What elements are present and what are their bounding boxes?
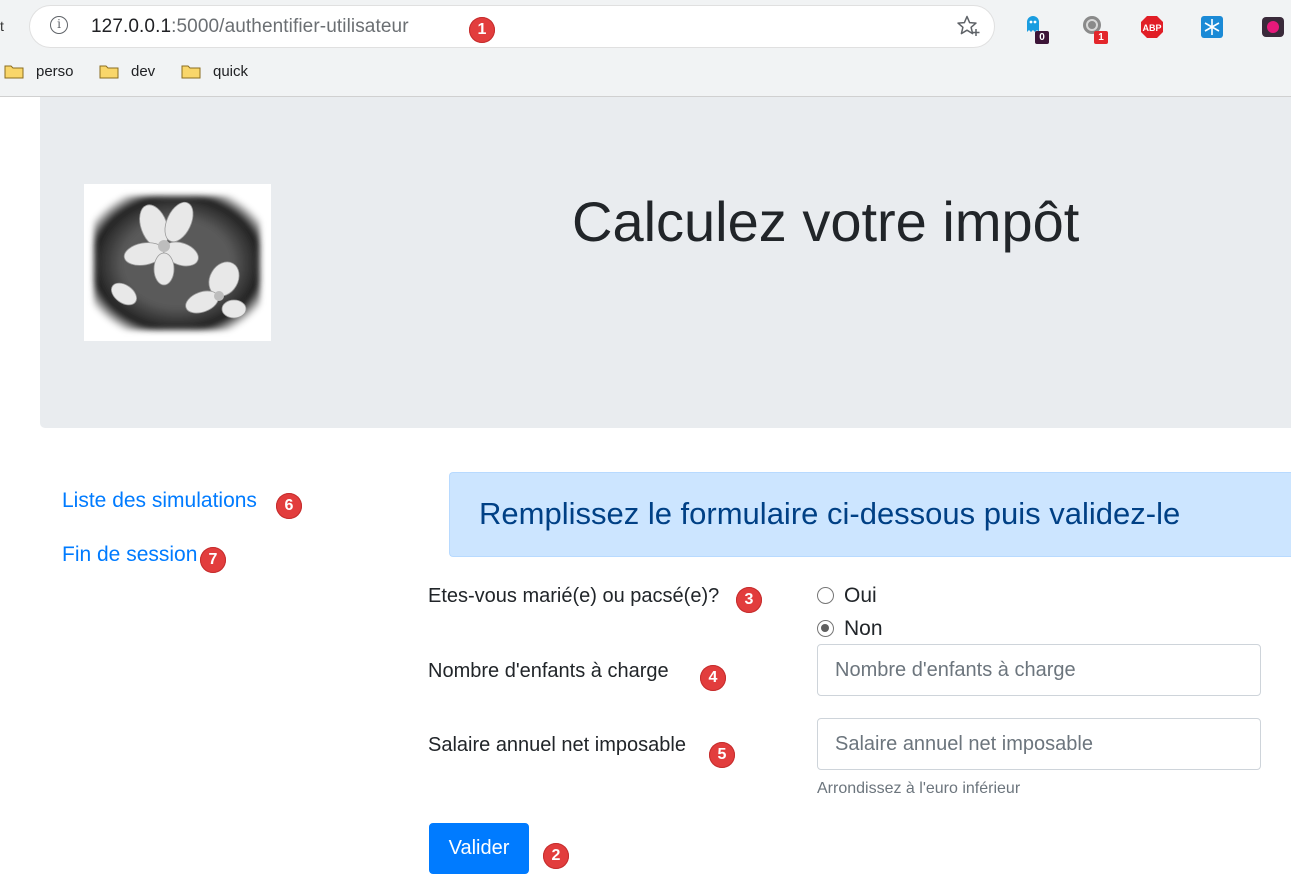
- record-extension-icon[interactable]: [1260, 14, 1286, 40]
- radio-non[interactable]: [817, 620, 834, 637]
- annotation-marker-5: 5: [709, 742, 735, 768]
- bookmark-perso[interactable]: perso: [4, 61, 74, 81]
- annotation-marker-4: 4: [700, 665, 726, 691]
- url-path: :5000/authentifier-utilisateur: [171, 16, 409, 37]
- nav-link-simulations-list[interactable]: Liste des simulations: [62, 488, 257, 514]
- partial-tab-glyph: t: [0, 18, 4, 34]
- instruction-alert: Remplissez le formulaire ci-dessous puis…: [449, 472, 1291, 557]
- folder-icon: [4, 65, 24, 78]
- salary-input[interactable]: [817, 718, 1261, 770]
- ghost-extension-icon[interactable]: 0: [1021, 14, 1049, 44]
- children-input[interactable]: [817, 644, 1261, 696]
- snowflake-extension-icon[interactable]: [1199, 14, 1225, 40]
- site-info-icon[interactable]: i: [50, 16, 68, 34]
- folder-icon: [181, 65, 201, 78]
- radio-non-label[interactable]: Non: [844, 616, 883, 642]
- annotation-marker-6: 6: [276, 493, 302, 519]
- privacy-extension-badge: 1: [1094, 31, 1108, 44]
- privacy-extension-icon[interactable]: 1: [1080, 14, 1108, 44]
- married-label: Etes-vous marié(e) ou pacsé(e)?: [428, 585, 720, 607]
- bookmark-quick[interactable]: quick: [181, 61, 248, 81]
- submit-button[interactable]: Valider: [429, 823, 529, 874]
- alert-text: Remplissez le formulaire ci-dessous puis…: [479, 496, 1181, 531]
- bookmark-label: perso: [36, 62, 74, 80]
- page-title: Calculez votre impôt: [572, 190, 1080, 253]
- adblock-plus-label: ABP: [1142, 23, 1161, 33]
- annotation-marker-3: 3: [736, 587, 762, 613]
- bookmark-label: quick: [213, 62, 249, 80]
- url-host: 127.0.0.1: [91, 16, 172, 37]
- annotation-marker-7: 7: [200, 547, 226, 573]
- salary-label: Salaire annuel net imposable: [428, 734, 686, 756]
- salary-help-text: Arrondissez à l'euro inférieur: [817, 780, 1021, 797]
- bookmark-label: dev: [131, 62, 156, 80]
- radio-oui-label[interactable]: Oui: [844, 583, 877, 609]
- url-text[interactable]: 127.0.0.1:5000/authentifier-utilisateur: [91, 15, 409, 39]
- browser-toolbar: t i 127.0.0.1:5000/authentifier-utilisat…: [0, 0, 1291, 97]
- nav-link-end-session[interactable]: Fin de session: [62, 542, 197, 568]
- bookmark-dev[interactable]: dev: [99, 61, 155, 81]
- adblock-plus-icon[interactable]: ABP: [1139, 14, 1165, 40]
- folder-icon: [99, 65, 119, 78]
- flower-logo-image: [84, 184, 271, 341]
- annotation-marker-1: 1: [469, 17, 495, 43]
- children-label: Nombre d'enfants à charge: [428, 660, 669, 682]
- annotation-marker-2: 2: [543, 843, 569, 869]
- radio-oui[interactable]: [817, 587, 834, 604]
- bookmark-star-icon[interactable]: [955, 13, 981, 39]
- ghost-extension-badge: 0: [1035, 31, 1049, 44]
